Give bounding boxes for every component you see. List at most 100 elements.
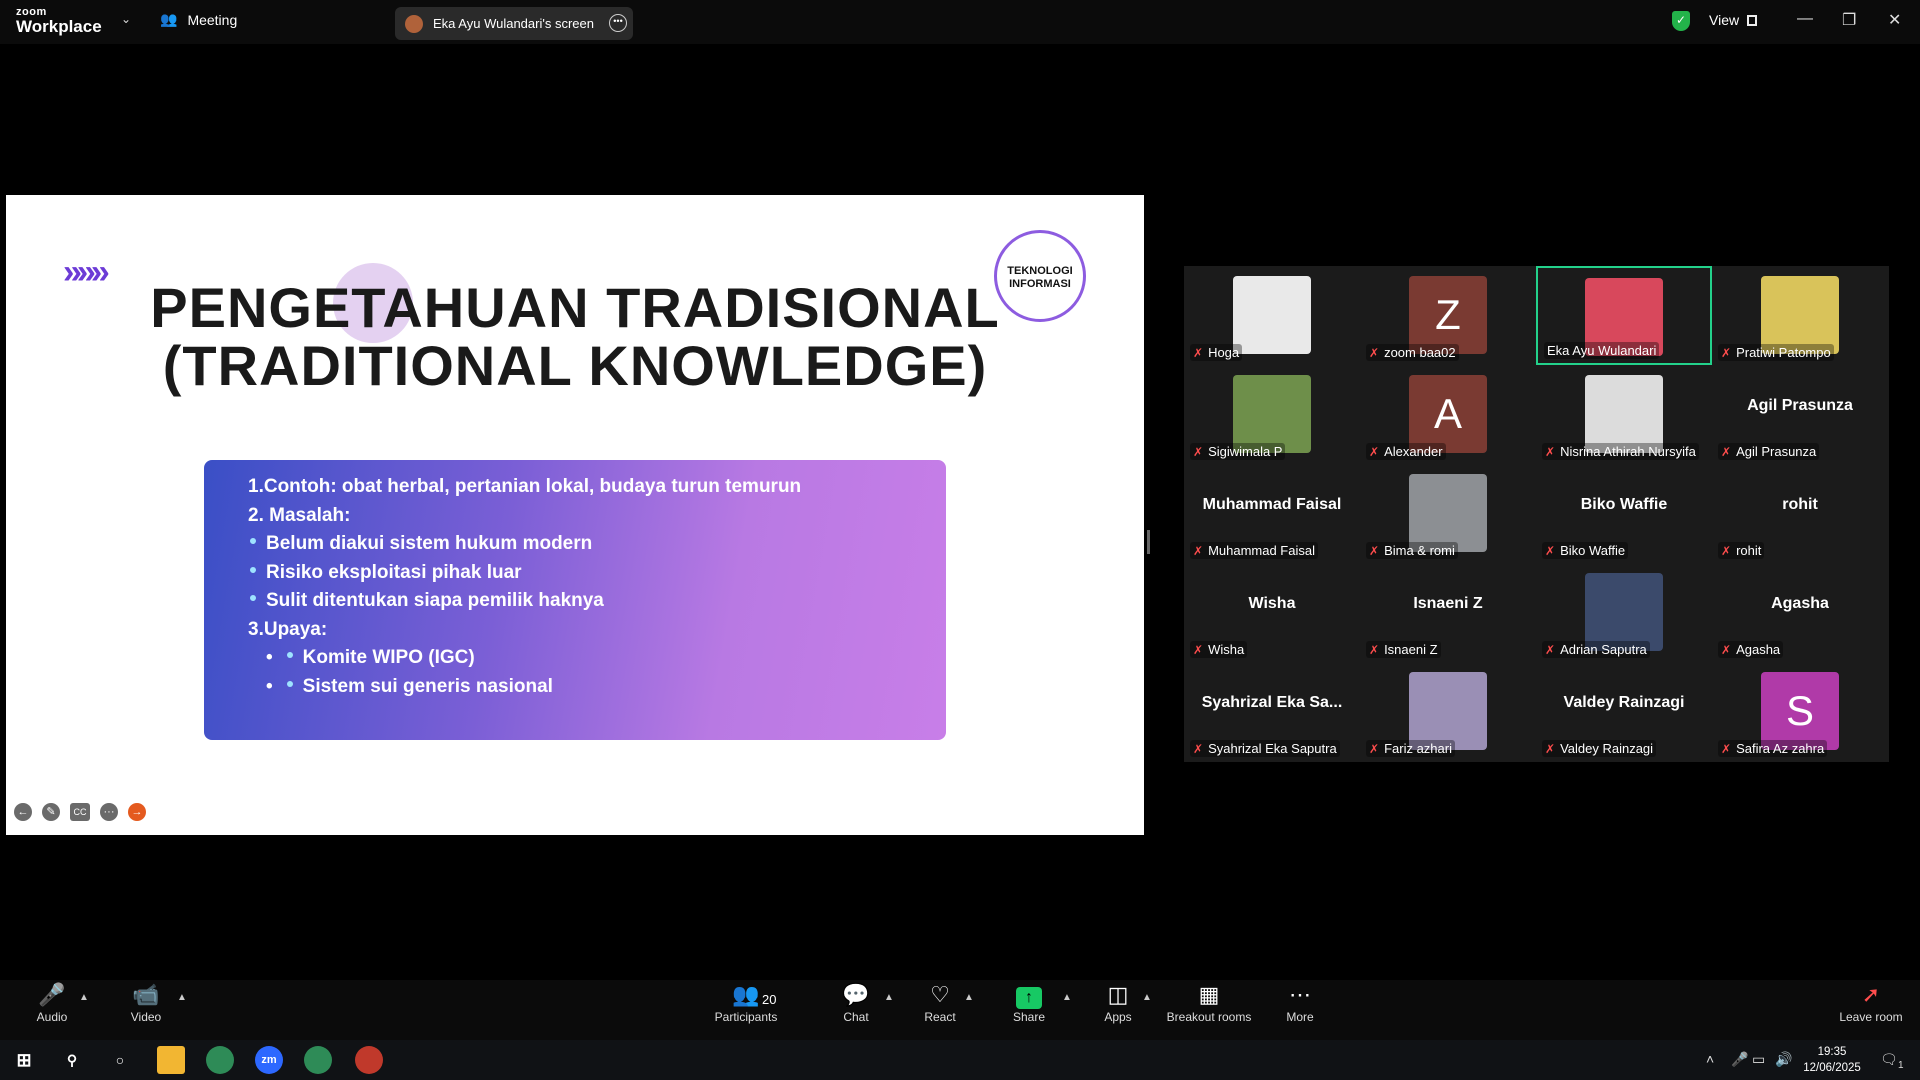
more-button[interactable]: ⋯ More [1280,980,1320,1024]
chrome-icon-2[interactable] [304,1046,332,1074]
participant-video [1409,474,1487,552]
participant-tile[interactable]: S ✗ Safira Az zahra [1712,662,1888,761]
slide-content-box: 1.Contoh: obat herbal, pertanian lokal, … [204,460,946,740]
participant-display-name: Syahrizal Eka Sa... [1201,694,1343,711]
participant-avatar: Z [1409,276,1487,354]
mic-muted-icon: ✗ [1193,642,1204,657]
participant-tile[interactable]: Agasha ✗ Agasha [1712,563,1888,662]
system-clock[interactable]: 19:35 12/06/2025 [1800,1044,1864,1076]
audio-button[interactable]: 🎤 Audio [32,980,72,1024]
bullet-icon: • [266,675,273,697]
participant-tile[interactable]: Valdey Rainzagi ✗ Valdey Rainzagi [1536,662,1712,761]
leave-label: Leave room [1839,1010,1903,1024]
participant-name: Syahrizal Eka Saputra [1208,741,1337,756]
participant-name: Alexander [1384,444,1443,459]
zoom-taskbar-icon[interactable]: zm [255,1046,283,1074]
participant-tile[interactable]: ✗ Pratiwi Patompo [1712,266,1888,365]
breakout-rooms-icon: ▦ [1198,982,1220,1007]
participant-tile[interactable]: Eka Ayu Wulandari [1536,266,1712,365]
mic-muted-icon: ✗ [1721,444,1732,459]
participants-label: Participants [714,1010,778,1024]
participant-tile[interactable]: Agil Prasunza ✗ Agil Prasunza [1712,365,1888,464]
mic-muted-icon: ✗ [1721,642,1732,657]
participant-name-label: ✗ Pratiwi Patompo [1718,344,1834,361]
microphone-tray-icon[interactable]: 🎤 [1731,1051,1748,1068]
volume-icon[interactable]: 🔊 [1775,1051,1792,1068]
close-icon[interactable]: ✕ [1888,10,1901,30]
participant-display-name: rohit [1782,496,1818,513]
participant-tile[interactable]: Wisha ✗ Wisha [1184,563,1360,662]
clock-date: 12/06/2025 [1803,1062,1861,1074]
audio-caret-icon[interactable]: ▲ [79,992,89,1003]
react-button[interactable]: ♡ React [920,980,960,1024]
participant-tile[interactable]: ✗ Nisrina Athirah Nursyifa [1536,365,1712,464]
mic-muted-icon: ✗ [1545,444,1556,459]
video-caret-icon[interactable]: ▲ [177,992,187,1003]
participant-tile[interactable]: Biko Waffie ✗ Biko Waffie [1536,464,1712,563]
participant-tile[interactable]: Isnaeni Z ✗ Isnaeni Z [1360,563,1536,662]
participant-gallery: ✗ Hoga Z ✗ zoom baa02 Eka Ayu Wulandari ✗ Prati… [1184,266,1889,762]
presenter-avatar [405,14,423,33]
cortana-icon[interactable]: ○ [106,1046,134,1074]
chat-caret-icon[interactable]: ▲ [884,992,894,1003]
chat-button[interactable]: 💬 Chat [836,980,876,1024]
apps-label: Apps [1104,1010,1132,1024]
participant-tile[interactable]: ✗ Fariz azhari [1360,662,1536,761]
leave-room-button[interactable]: ➚ Leave room [1836,980,1906,1024]
apps-caret-icon[interactable]: ▲ [1142,992,1152,1003]
participant-tile[interactable]: ✗ Bima & romi [1360,464,1536,563]
prev-slide-icon[interactable]: ← [14,803,32,821]
notification-icon[interactable]: 🗨 [1880,1051,1898,1068]
content-line: 3.Upaya: [248,618,328,640]
video-button[interactable]: 📹 Video [126,980,166,1024]
mic-muted-icon: ✗ [1545,642,1556,657]
more-options-icon[interactable]: ••• [609,14,627,32]
mic-muted-icon: ✗ [1369,345,1380,360]
minimize-icon[interactable]: — [1797,10,1813,28]
file-explorer-icon[interactable] [157,1046,185,1074]
participant-tile[interactable]: rohit ✗ rohit [1712,464,1888,563]
panel-splitter[interactable] [1147,530,1150,554]
restore-icon[interactable]: ❐ [1842,10,1856,30]
participant-tile[interactable]: ✗ Hoga [1184,266,1360,365]
apps-button[interactable]: ◫ Apps [1098,980,1138,1024]
participant-tile[interactable]: Muhammad Faisal ✗ Muhammad Faisal [1184,464,1360,563]
participant-tile[interactable]: Z ✗ zoom baa02 [1360,266,1536,365]
react-caret-icon[interactable]: ▲ [964,992,974,1003]
encryption-shield-icon[interactable]: ✓ [1672,11,1690,31]
participant-tile[interactable]: ✗ Sigiwimala P [1184,365,1360,464]
participant-name: Adrian Saputra [1560,642,1647,657]
chevron-down-icon[interactable]: ⌄ [121,12,131,26]
participant-tile[interactable]: A ✗ Alexander [1360,365,1536,464]
tray-chevron-icon[interactable]: ˄ [1706,1051,1714,1067]
view-button[interactable]: View [1709,12,1758,28]
start-icon[interactable]: ⊞ [10,1046,38,1074]
participant-name-label: ✗ zoom baa02 [1366,344,1459,361]
share-caret-icon[interactable]: ▲ [1062,992,1072,1003]
screen-share-pill[interactable]: Eka Ayu Wulandari's screen ••• [395,7,633,40]
meeting-tab[interactable]: 👥 Meeting [160,11,237,28]
search-icon[interactable]: ⚲ [58,1046,86,1074]
mic-muted-icon: ✗ [1721,741,1732,756]
chrome-icon-3[interactable] [355,1046,383,1074]
network-icon[interactable]: ▭ [1752,1051,1765,1068]
chrome-icon[interactable] [206,1046,234,1074]
captions-icon[interactable]: CC [70,803,90,821]
participant-tile[interactable]: Syahrizal Eka Sa... ✗ Syahrizal Eka Saputr… [1184,662,1360,761]
react-label: React [924,1010,956,1024]
participant-name-label: ✗ Wisha [1190,641,1248,658]
mic-muted-icon: ✗ [1721,543,1732,558]
windows-taskbar: ⊞ ⚲ ○ zm ˄ 🎤 ▭ 🔊 19:35 12/06/2025 🗨 1 [0,1040,1920,1080]
participant-name-label: ✗ Muhammad Faisal [1190,542,1318,559]
participant-name-label: ✗ Bima & romi [1366,542,1458,559]
badge-line1: TEKNOLOGI [1007,265,1073,277]
participant-name-label: ✗ Adrian Saputra [1542,641,1650,658]
next-slide-icon[interactable]: → [128,803,146,821]
pen-icon[interactable]: ✎ [42,803,60,821]
more-icon[interactable]: ··· [100,803,118,821]
participant-tile[interactable]: ✗ Adrian Saputra [1536,563,1712,662]
share-button[interactable]: ↑ Share [1009,980,1049,1024]
breakout-rooms-button[interactable]: ▦ Breakout rooms [1164,980,1254,1024]
meeting-label: Meeting [187,11,238,28]
meeting-people-icon: 👥 [160,11,178,27]
